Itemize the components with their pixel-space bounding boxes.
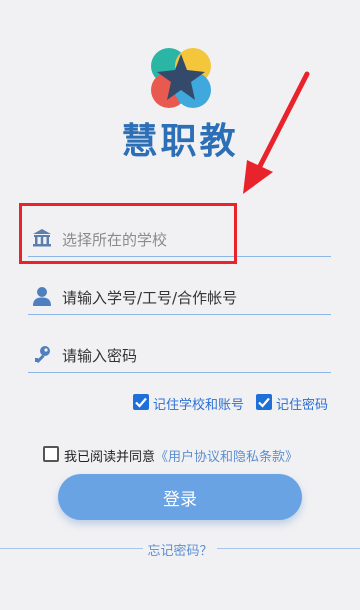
agreement-checkbox[interactable] <box>43 446 59 462</box>
annotation-highlight-box <box>19 203 237 264</box>
remember-school-label[interactable]: 记住学校和账号 <box>153 394 244 413</box>
app-logo-icon <box>151 48 211 108</box>
key-icon <box>35 346 50 364</box>
forgot-password-wrap: 忘记密码？ <box>0 540 360 559</box>
forgot-password-link[interactable]: 忘记密码？ <box>143 544 217 559</box>
user-icon <box>33 287 51 306</box>
password-placeholder: 请输入密码 <box>62 347 138 365</box>
password-input[interactable]: 请输入密码 <box>28 336 331 373</box>
remember-school-checkbox[interactable] <box>133 394 149 410</box>
remember-password-label[interactable]: 记住密码 <box>276 394 328 413</box>
login-button[interactable]: 登录 <box>58 474 302 520</box>
agreement-link[interactable]: 《用户协议和隐私条款》 <box>155 450 298 465</box>
annotation-arrow-icon <box>243 71 310 194</box>
account-input[interactable]: 请输入学号/工号/合作帐号 <box>28 278 331 315</box>
agreement-text: 我已阅读并同意《用户协议和隐私条款》 <box>64 446 298 465</box>
checkmark-icon <box>258 397 270 408</box>
remember-password-checkbox[interactable] <box>256 394 272 410</box>
checkmark-icon <box>135 397 147 408</box>
agreement-prefix: 我已阅读并同意 <box>64 450 156 465</box>
account-placeholder: 请输入学号/工号/合作帐号 <box>62 289 238 307</box>
